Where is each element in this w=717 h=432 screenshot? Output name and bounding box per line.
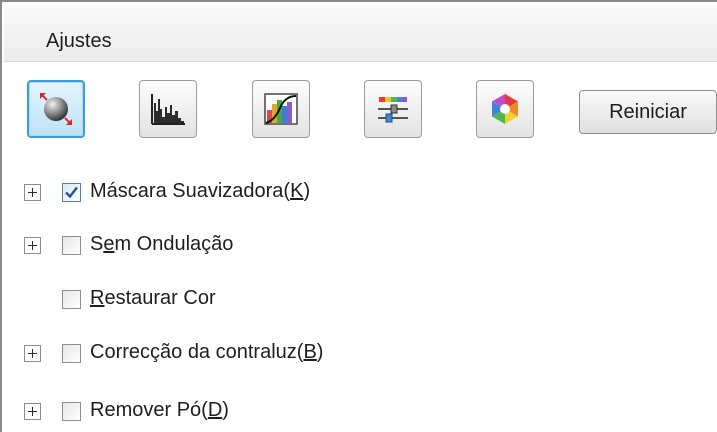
- panel-title: Ajustes: [46, 30, 112, 52]
- auto-exposure-button[interactable]: [27, 80, 85, 138]
- adjustment-toolbar: Reiniciar: [2, 80, 717, 150]
- adjustments-panel: Ajustes Reiniciar Máscara Suavizadora(K)…: [0, 0, 717, 432]
- option-row: Restaurar Cor: [2, 282, 717, 318]
- unsharp-mask-label[interactable]: Máscara Suavizadora(K): [90, 180, 310, 203]
- histogram-button[interactable]: [139, 80, 197, 138]
- descreening-checkbox[interactable]: [62, 236, 81, 255]
- backlight-correction-checkbox[interactable]: [62, 344, 81, 363]
- option-row: Sem Ondulação: [2, 228, 717, 264]
- color-restoration-label[interactable]: Restaurar Cor: [90, 287, 216, 310]
- option-row: Correcção da contraluz(B): [2, 336, 717, 372]
- unsharp-mask-checkbox[interactable]: [62, 183, 81, 202]
- image-adjustment-button[interactable]: [364, 80, 422, 138]
- histogram-icon: [151, 94, 185, 125]
- tone-curve-button[interactable]: [252, 80, 310, 138]
- auto-exposure-icon: [40, 93, 72, 125]
- expand-dust-removal-icon[interactable]: [24, 403, 41, 420]
- descreening-label[interactable]: Sem Ondulação: [90, 233, 233, 256]
- panel-header: Ajustes: [4, 4, 717, 62]
- backlight-correction-label[interactable]: Correcção da contraluz(B): [90, 341, 323, 364]
- expand-unsharp-mask-icon[interactable]: [24, 184, 41, 201]
- image-adjustment-sliders-icon: [378, 97, 408, 123]
- dust-removal-label[interactable]: Remover Pó(D): [90, 399, 229, 422]
- expand-descreening-icon[interactable]: [24, 237, 41, 254]
- color-palette-button[interactable]: [476, 80, 534, 138]
- expand-backlight-correction-icon[interactable]: [24, 345, 41, 362]
- dust-removal-checkbox[interactable]: [62, 402, 81, 421]
- checkmark-icon: [65, 186, 78, 199]
- option-row: Máscara Suavizadora(K): [2, 175, 717, 211]
- option-row: Remover Pó(D): [2, 394, 717, 430]
- reset-button[interactable]: Reiniciar: [579, 90, 717, 134]
- color-restoration-checkbox[interactable]: [62, 290, 81, 309]
- color-palette-icon: [492, 94, 518, 124]
- tone-curve-icon: [264, 93, 298, 125]
